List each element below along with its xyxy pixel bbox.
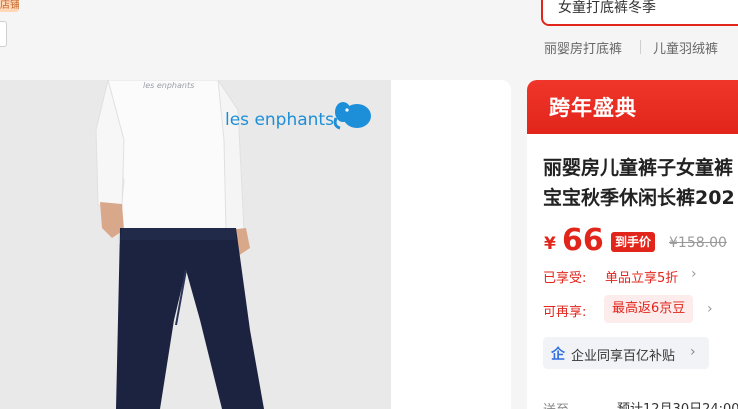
hot-search-link-2[interactable]: 儿童羽绒裤	[653, 38, 718, 57]
shirt-print-text: les enphants	[143, 81, 194, 90]
product-photo[interactable]: les enphants les enphants	[0, 80, 391, 409]
shipping-label: 送至	[543, 399, 569, 409]
final-price-badge: 到手价	[611, 232, 656, 252]
search-input-text[interactable]: 女童打底裤冬季	[558, 0, 656, 16]
discount-more-chip[interactable]: 最高返6京豆	[604, 295, 694, 323]
chevron-right-icon[interactable]: ›	[690, 344, 696, 360]
product-photo-illustration: les enphants les enphants	[0, 80, 391, 409]
product-title-line-2: 宝宝秋季休闲长裤202	[543, 187, 735, 209]
shop-tag: 店铺	[0, 0, 19, 12]
hot-search-link-1[interactable]: 丽婴房打底裤	[544, 38, 622, 57]
corporate-icon: 企	[551, 347, 565, 363]
discount-enjoyed-label: 已享受:	[543, 271, 587, 286]
shipping-estimate: 预计12月30日24:00	[617, 398, 738, 409]
discount-enjoyed-value[interactable]: 单品立享5折	[605, 267, 678, 286]
price-value: 66	[562, 223, 604, 258]
promo-banner-title: 跨年盛典	[549, 96, 637, 120]
hot-search-divider	[640, 40, 641, 54]
brand-logo-text: les enphants	[225, 110, 334, 130]
chevron-right-icon[interactable]: ›	[707, 301, 713, 317]
chevron-right-icon[interactable]: ›	[691, 266, 697, 282]
original-price: ¥158.00	[669, 235, 727, 251]
product-title-line-1: 丽婴房儿童裤子女童裤	[543, 157, 734, 179]
price-currency-symbol: ¥	[544, 234, 556, 254]
small-button[interactable]	[0, 21, 7, 47]
discount-more-label: 可再享:	[543, 305, 587, 320]
corporate-subsidy-text: 企业同享百亿补贴	[571, 349, 676, 364]
